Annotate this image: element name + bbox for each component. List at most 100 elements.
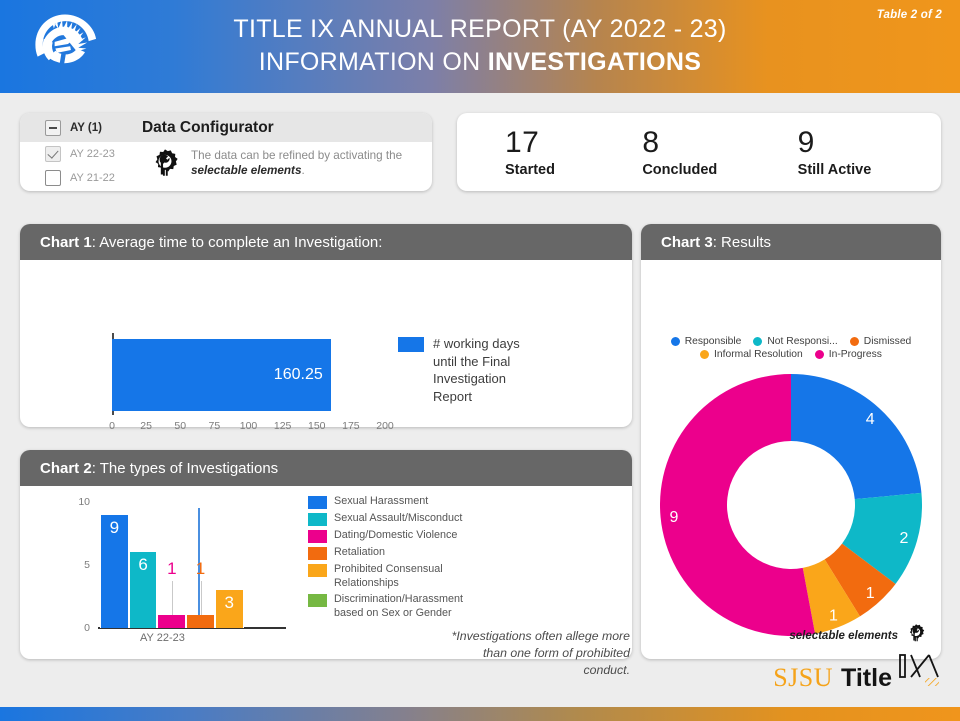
chart2-bar-value-label: 1 — [195, 559, 206, 579]
chart2-body: 0 5 10 96113 AY 22-23 Sexual Harassment Sex… — [20, 486, 632, 677]
chart3-body: Responsible Not Responsi... Dismissed Infor… — [641, 260, 941, 659]
chart2-card: Chart 2: The types of Investigations 0 5 1… — [20, 450, 632, 677]
chart2-bar[interactable]: 1 — [186, 559, 215, 628]
chart3-legend-item[interactable]: In-Progress — [814, 349, 882, 360]
chart3-legend-item[interactable]: Not Responsi... — [753, 336, 838, 347]
selectable-elements-text: selectable elements — [789, 629, 898, 642]
data-configurator-panel: AY (1) Data Configurator AY 22-23 AY 21-… — [20, 113, 432, 191]
note-suffix: . — [301, 164, 305, 177]
chart3-header-rest: : Results — [712, 233, 772, 251]
chart1-header-bold: Chart 1 — [40, 233, 92, 251]
chart2-bar-value-label: 1 — [167, 559, 177, 579]
chart2-y-tick: 0 — [84, 622, 90, 634]
chart2-label-stem — [200, 581, 202, 616]
chart1-x-tick: 175 — [342, 420, 360, 432]
kpi-still-active-label: Still Active — [797, 162, 872, 178]
logo-ix-icon — [898, 652, 942, 691]
footer-gradient-bar — [0, 707, 960, 721]
chart1-card: Chart 1: Average time to complete an Inv… — [20, 224, 632, 599]
chart3-slice-value-label: 1 — [866, 585, 875, 602]
page-header: TITLE IX ANNUAL REPORT (AY 2022 - 23) IN… — [0, 0, 960, 93]
kpi-still-active: 9 Still Active — [758, 126, 913, 178]
chart2-bar[interactable]: 9 — [100, 514, 129, 628]
chart2-legend-label: Discrimination/Harassment based on Sex o… — [334, 593, 463, 619]
chart3-legend-label: Not Responsi... — [767, 336, 838, 347]
note-prefix: The data can be refined by activating th… — [191, 149, 403, 162]
chart2-legend-item[interactable]: Sexual Assault/Misconduct — [308, 511, 464, 526]
chart2-y-tick: 10 — [78, 496, 90, 508]
chart2-legend-item[interactable]: Dating/Domestic Violence — [308, 528, 464, 543]
chart3-legend-label: In-Progress — [828, 349, 882, 360]
chart2-header: Chart 2: The types of Investigations — [20, 450, 632, 486]
chart1-bar-value-label: 160.25 — [273, 366, 323, 383]
gear-wrench-icon[interactable] — [905, 622, 927, 649]
chart3-legend-label: Dismissed — [863, 336, 912, 347]
chart2-legend-swatch — [308, 530, 327, 543]
chart2-legend-item[interactable]: Retaliation — [308, 545, 464, 560]
chart3-legend: Responsible Not Responsi... Dismissed Infor… — [653, 336, 929, 362]
chart3-donut: 42119 — [654, 368, 928, 647]
kpi-concluded-value: 8 — [642, 126, 660, 159]
chart2-legend-swatch — [308, 564, 327, 577]
configurator-note-text: The data can be refined by activating th… — [191, 146, 436, 178]
chart1-header-rest: : Average time to complete an Investigat… — [91, 233, 383, 251]
ay-2223-checkbox[interactable] — [45, 146, 61, 162]
chart3-legend-label: Informal Resolution — [714, 349, 803, 360]
chart2-legend-swatch — [308, 513, 327, 526]
ay-filter-header[interactable]: AY (1) Data Configurator — [20, 113, 432, 142]
chart2-x-axis-label: AY 22-23 — [140, 632, 185, 644]
chart1-legend: # working days until the Final Investiga… — [398, 335, 543, 405]
kpi-started-value: 17 — [505, 126, 540, 159]
chart1-x-tick: 0 — [109, 420, 115, 432]
chart3-legend-row: Informal Resolution In-Progress — [653, 349, 929, 360]
chart2-bar-value-label: 3 — [224, 593, 234, 613]
chart2-legend-item[interactable]: Sexual Harassment — [308, 494, 464, 509]
chart1-plot: 160.25 — [112, 336, 385, 412]
chart1-x-tick: 75 — [208, 420, 221, 432]
chart3-card: Chart 3: Results Responsible Not Responsi… — [641, 224, 941, 659]
chart2-legend-label: Sexual Harassment — [334, 495, 429, 507]
kpi-started: 17 Started — [505, 126, 620, 178]
header-title-block: TITLE IX ANNUAL REPORT (AY 2022 - 23) IN… — [130, 13, 830, 79]
chart2-bar[interactable]: 3 — [214, 590, 244, 628]
chart2-legend-item[interactable]: Discrimination/Harassment based on Sex o… — [308, 592, 464, 620]
chart3-slice-value-label: 4 — [866, 411, 875, 428]
chart3-legend-item[interactable]: Dismissed — [849, 336, 912, 347]
chart3-legend-dot — [670, 337, 680, 346]
ay-filter-item-2122[interactable]: AY 21-22 — [20, 166, 148, 190]
chart3-legend-item[interactable]: Informal Resolution — [700, 349, 803, 360]
chart3-legend-item[interactable]: Responsible — [670, 336, 741, 347]
chart2-legend-swatch — [308, 547, 327, 560]
configurator-note: The data can be refined by activating th… — [148, 146, 436, 185]
ay-filter-list: AY 22-23 AY 21-22 — [20, 142, 148, 190]
chart1-x-tick: 25 — [140, 420, 152, 432]
ay-filter-item-2223[interactable]: AY 22-23 — [20, 142, 148, 166]
chart2-bar-value-label: 6 — [138, 555, 148, 575]
chart2-bar[interactable]: 1 — [157, 559, 187, 628]
chart2-label-stem — [171, 581, 173, 616]
kpi-concluded-label: Concluded — [642, 162, 718, 178]
chart2-bar[interactable]: 6 — [128, 552, 158, 628]
ay-group-label: AY (1) — [70, 121, 102, 134]
chart2-bar-value-label: 9 — [109, 517, 120, 537]
chart1-bar[interactable]: 160.25 — [112, 339, 331, 411]
chart3-header: Chart 3: Results — [641, 224, 941, 260]
chart1-x-tick: 100 — [239, 420, 258, 432]
dashboard-page: TITLE IX ANNUAL REPORT (AY 2022 - 23) IN… — [0, 0, 960, 721]
chart3-legend-dot — [753, 337, 763, 346]
selectable-elements-hint[interactable]: selectable elements — [789, 622, 927, 649]
chart3-donut-slice[interactable] — [791, 374, 922, 500]
chart1-body: AY 22-23 160.25 0255075100125150175200 #… — [20, 260, 632, 599]
ay-2122-checkbox[interactable] — [45, 170, 61, 186]
chart3-slice-value-label: 9 — [670, 509, 679, 526]
kpi-concluded: 8 Concluded — [620, 126, 757, 178]
kpi-started-label: Started — [505, 162, 555, 178]
chart2-legend-item[interactable]: Prohibited Consensual Relationships — [308, 562, 464, 590]
chart2-footnote: *Investigations often allege more than o… — [451, 629, 630, 677]
chart2-header-bold: Chart 2 — [40, 459, 92, 477]
ay-group-checkbox[interactable] — [45, 119, 61, 136]
data-configurator-title: Data Configurator — [141, 118, 274, 136]
sjsu-spartan-logo-icon — [27, 10, 103, 84]
note-emphasis: selectable elements — [191, 164, 302, 177]
kpi-still-active-value: 9 — [797, 126, 815, 159]
